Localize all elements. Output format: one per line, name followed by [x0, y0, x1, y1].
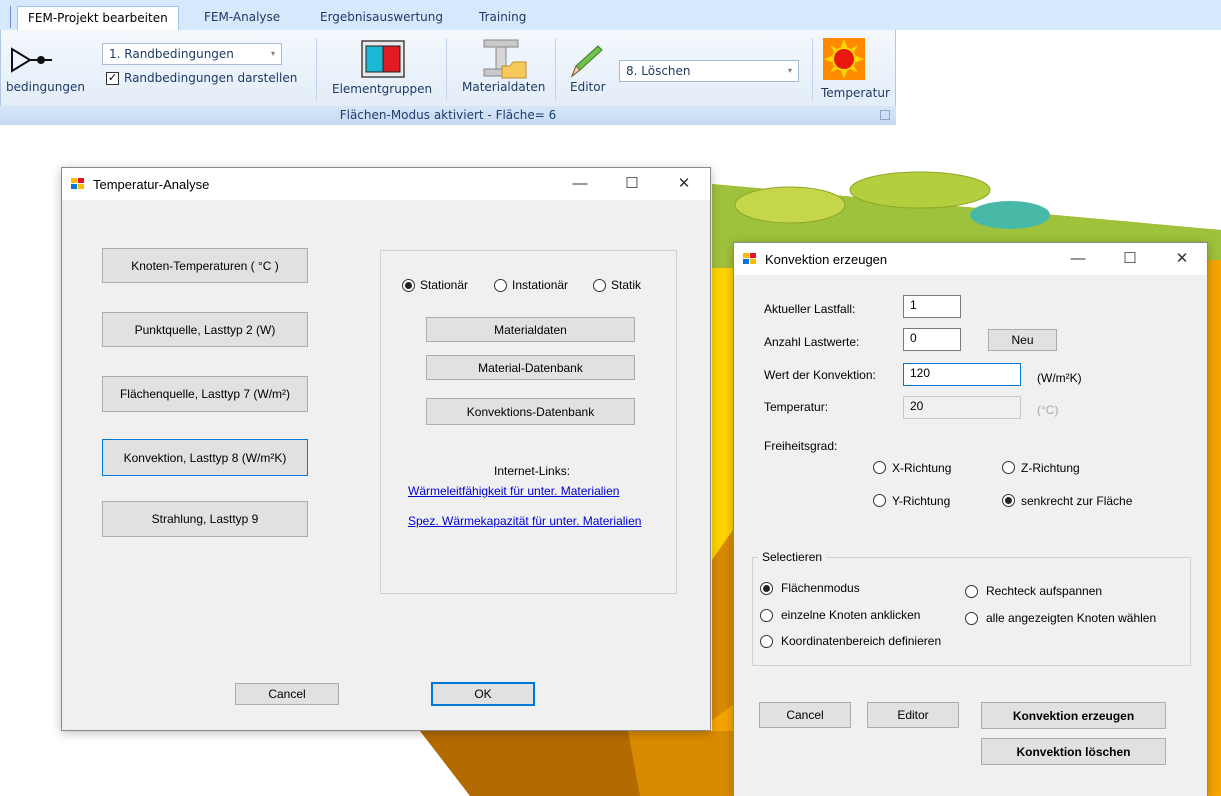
- mode-static-label[interactable]: Statik: [611, 278, 641, 292]
- num-loadvalues-field[interactable]: 0: [903, 328, 961, 351]
- chevron-down-icon: ▾: [270, 49, 275, 58]
- ribbon-separator: [555, 38, 556, 100]
- create-convection-button[interactable]: Konvektion erzeugen: [981, 702, 1166, 729]
- maximize-icon[interactable]: ☐: [1117, 247, 1143, 271]
- delete-convection-button[interactable]: Konvektion löschen: [981, 738, 1166, 765]
- selection-group-label: Selectieren: [758, 550, 827, 564]
- randbedingungen-label[interactable]: bedingungen: [6, 80, 85, 94]
- editor-pencil-icon[interactable]: [566, 44, 606, 80]
- num-loadvalues-label: Anzahl Lastwerte:: [764, 335, 860, 349]
- new-button[interactable]: Neu: [988, 329, 1057, 351]
- thermal-conductivity-link[interactable]: Wärmeleitfähigkeit für unter. Materialie…: [408, 484, 619, 498]
- materialdaten-label[interactable]: Materialdaten: [462, 80, 545, 94]
- tab-fem-projekt-bearbeiten[interactable]: FEM-Projekt bearbeiten: [17, 6, 179, 31]
- material-data-icon[interactable]: [480, 38, 528, 80]
- temperature-label: Temperatur:: [764, 400, 829, 414]
- close-icon[interactable]: ✕: [1169, 247, 1195, 271]
- select-rectangle-label[interactable]: Rechteck aufspannen: [986, 584, 1102, 598]
- temperature-analysis-window: Temperatur-Analyse — ☐ ✕ Knoten-Temperat…: [61, 167, 711, 731]
- convection-window: Konvektion erzeugen — ☐ ✕ Aktueller Last…: [733, 242, 1208, 796]
- select-surface-label[interactable]: Flächenmodus: [781, 581, 860, 595]
- select-nodes-label[interactable]: einzelne Knoten anklicken: [781, 608, 920, 622]
- material-database-button[interactable]: Material-Datenbank: [426, 355, 635, 380]
- action-combo[interactable]: 8. Löschen ▾: [619, 60, 799, 82]
- current-loadcase-field[interactable]: 1: [903, 295, 961, 318]
- surface-source-button[interactable]: Flächenquelle, Lasttyp 7 (W/m²): [102, 376, 308, 412]
- close-icon[interactable]: ✕: [671, 172, 697, 196]
- convection-value-label: Wert der Konvektion:: [764, 368, 876, 382]
- boundary-combo[interactable]: 1. Randbedingungen ▾: [102, 43, 282, 65]
- dof-y-radio[interactable]: [873, 494, 886, 507]
- dof-y-label[interactable]: Y-Richtung: [892, 494, 950, 508]
- show-boundary-checkbox[interactable]: ✓: [106, 72, 119, 85]
- minimize-icon[interactable]: —: [567, 172, 593, 196]
- temperatur-label[interactable]: Temperatur: [821, 86, 890, 100]
- mode-stationary-radio[interactable]: [402, 279, 415, 292]
- temperature-field[interactable]: 20: [903, 396, 1021, 419]
- cancel-button[interactable]: Cancel: [759, 702, 851, 728]
- mode-transient-radio[interactable]: [494, 279, 507, 292]
- temperature-unit: (°C): [1037, 403, 1059, 417]
- editor-button[interactable]: Editor: [867, 702, 959, 728]
- dof-x-label[interactable]: X-Richtung: [892, 461, 951, 475]
- select-all-nodes-label[interactable]: alle angezeigten Knoten wählen: [986, 611, 1156, 625]
- tab-divider: [10, 6, 11, 28]
- ribbon-status-text: Flächen-Modus aktiviert - Fläche= 6: [0, 106, 896, 125]
- current-loadcase-label: Aktueller Lastfall:: [764, 302, 856, 316]
- boundary-condition-icon[interactable]: [10, 46, 54, 74]
- heat-capacity-link[interactable]: Spez. Wärmekapazität für unter. Material…: [408, 514, 641, 528]
- temperature-sun-icon[interactable]: [822, 37, 866, 81]
- convection-database-button[interactable]: Konvektions-Datenbank: [426, 398, 635, 425]
- title-bar: Temperatur-Analyse — ☐ ✕: [62, 168, 710, 200]
- tab-ergebnisauswertung[interactable]: Ergebnisauswertung: [310, 6, 453, 30]
- node-temperatures-button[interactable]: Knoten-Temperaturen ( °C ): [102, 248, 308, 283]
- ok-button[interactable]: OK: [431, 682, 535, 706]
- select-nodes-radio[interactable]: [760, 609, 773, 622]
- editor-label[interactable]: Editor: [570, 80, 606, 94]
- dialog-launcher-icon[interactable]: [880, 110, 890, 120]
- select-all-nodes-radio[interactable]: [965, 612, 978, 625]
- dof-label: Freiheitsgrad:: [764, 439, 838, 453]
- ribbon-separator: [316, 38, 317, 100]
- window-title: Konvektion erzeugen: [765, 252, 888, 267]
- tab-fem-analyse[interactable]: FEM-Analyse: [194, 6, 290, 30]
- window-title: Temperatur-Analyse: [93, 177, 210, 192]
- show-boundary-label[interactable]: Randbedingungen darstellen: [124, 71, 297, 85]
- mode-static-radio[interactable]: [593, 279, 606, 292]
- ribbon-separator: [446, 38, 447, 100]
- mode-stationary-label[interactable]: Stationär: [420, 278, 468, 292]
- boundary-combo-value: 1. Randbedingungen: [109, 47, 234, 61]
- dof-z-radio[interactable]: [1002, 461, 1015, 474]
- ribbon-tab-bar: FEM-Projekt bearbeiten FEM-Analyse Ergeb…: [0, 0, 1221, 31]
- material-data-button[interactable]: Materialdaten: [426, 317, 635, 342]
- convection-unit: (W/m²K): [1037, 371, 1082, 385]
- dof-normal-label[interactable]: senkrecht zur Fläche: [1021, 494, 1132, 508]
- mode-transient-label[interactable]: Instationär: [512, 278, 568, 292]
- element-groups-icon[interactable]: [360, 39, 406, 79]
- title-bar: Konvektion erzeugen — ☐ ✕: [734, 243, 1207, 275]
- dof-z-label[interactable]: Z-Richtung: [1021, 461, 1080, 475]
- select-surface-radio[interactable]: [760, 582, 773, 595]
- dof-normal-radio[interactable]: [1002, 494, 1015, 507]
- elementgruppen-label[interactable]: Elementgruppen: [332, 82, 432, 96]
- point-source-button[interactable]: Punktquelle, Lasttyp 2 (W): [102, 312, 308, 347]
- internet-links-label: Internet-Links:: [494, 464, 571, 478]
- radiation-button[interactable]: Strahlung, Lasttyp 9: [102, 501, 308, 537]
- tab-training[interactable]: Training: [469, 6, 536, 30]
- select-rectangle-radio[interactable]: [965, 585, 978, 598]
- chevron-down-icon: ▾: [787, 66, 792, 75]
- convection-button[interactable]: Konvektion, Lasttyp 8 (W/m²K): [102, 439, 308, 476]
- convection-value-field[interactable]: 120: [903, 363, 1021, 386]
- dof-x-radio[interactable]: [873, 461, 886, 474]
- app-window-icon: [743, 253, 757, 265]
- cancel-button[interactable]: Cancel: [235, 683, 339, 705]
- select-coord-range-radio[interactable]: [760, 635, 773, 648]
- app-window-icon: [71, 178, 85, 190]
- select-coord-range-label[interactable]: Koordinatenbereich definieren: [781, 634, 941, 648]
- action-combo-value: 8. Löschen: [626, 64, 691, 78]
- maximize-icon[interactable]: ☐: [619, 172, 645, 196]
- minimize-icon[interactable]: —: [1065, 247, 1091, 271]
- ribbon-separator: [812, 38, 813, 100]
